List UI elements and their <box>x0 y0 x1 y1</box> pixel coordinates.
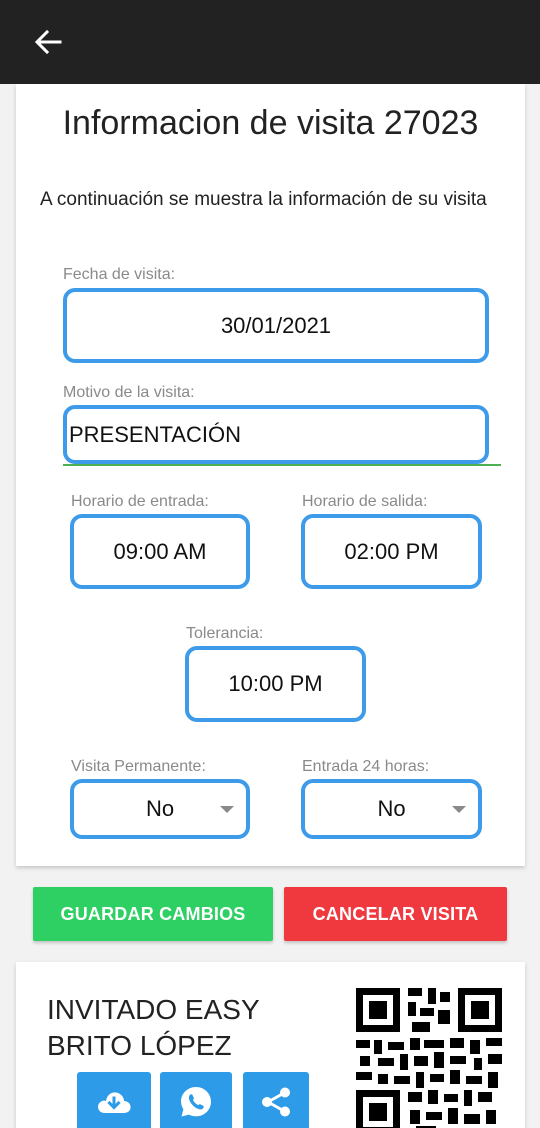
fecha-field[interactable]: 30/01/2021 <box>63 288 489 363</box>
caret-down-icon <box>220 806 234 813</box>
download-button[interactable] <box>77 1072 151 1128</box>
share-icon <box>262 1087 290 1117</box>
salida-value: 02:00 PM <box>344 538 439 564</box>
save-changes-button[interactable]: GUARDAR CAMBIOS <box>33 887 273 941</box>
motivo-value: PRESENTACIÓN <box>69 421 241 447</box>
salida-field[interactable]: 02:00 PM <box>301 514 482 589</box>
arrow-left-icon <box>34 29 62 55</box>
entrada-field[interactable]: 09:00 AM <box>70 514 250 589</box>
tolerancia-field[interactable]: 10:00 PM <box>185 646 366 722</box>
guest-name-line2: BRITO LÓPEZ <box>47 1030 232 1061</box>
fecha-label: Fecha de visita: <box>63 266 176 283</box>
guest-name: INVITADO EASY BRITO LÓPEZ <box>47 992 327 1064</box>
qr-code <box>354 986 504 1128</box>
salida-label: Horario de salida: <box>302 493 428 510</box>
motivo-label: Motivo de la visita: <box>63 384 195 401</box>
app-bar <box>0 0 540 84</box>
entrada-value: 09:00 AM <box>113 538 207 564</box>
permanente-label: Visita Permanente: <box>71 758 206 775</box>
cancel-visit-button[interactable]: CANCELAR VISITA <box>284 887 507 941</box>
whatsapp-icon <box>181 1087 211 1117</box>
entrada24-value: No <box>377 796 406 821</box>
page-title: Informacion de visita 27023 <box>62 104 479 142</box>
back-button[interactable] <box>28 24 68 60</box>
tolerancia-label: Tolerancia: <box>186 625 264 642</box>
guest-name-line1: INVITADO EASY <box>47 994 260 1025</box>
motivo-focus-underline <box>63 464 501 466</box>
share-button[interactable] <box>243 1072 309 1128</box>
fecha-value: 30/01/2021 <box>220 312 332 338</box>
entrada-label: Horario de entrada: <box>71 493 209 510</box>
entrada24-select[interactable]: No <box>301 779 482 839</box>
motivo-field[interactable]: PRESENTACIÓN <box>63 405 489 464</box>
whatsapp-button[interactable] <box>160 1072 232 1128</box>
guest-card: INVITADO EASY BRITO LÓPEZ <box>16 962 525 1128</box>
visit-info-card: Informacion de visita 27023 A continuaci… <box>16 84 525 866</box>
permanente-value: No <box>145 796 175 821</box>
caret-down-icon <box>452 806 466 813</box>
cloud-download-icon <box>98 1092 131 1113</box>
tolerancia-value: 10:00 PM <box>228 671 323 696</box>
intro-text: A continuación se muestra la información… <box>40 189 487 210</box>
entrada24-label: Entrada 24 horas: <box>302 758 430 775</box>
permanente-select[interactable]: No <box>70 779 250 839</box>
